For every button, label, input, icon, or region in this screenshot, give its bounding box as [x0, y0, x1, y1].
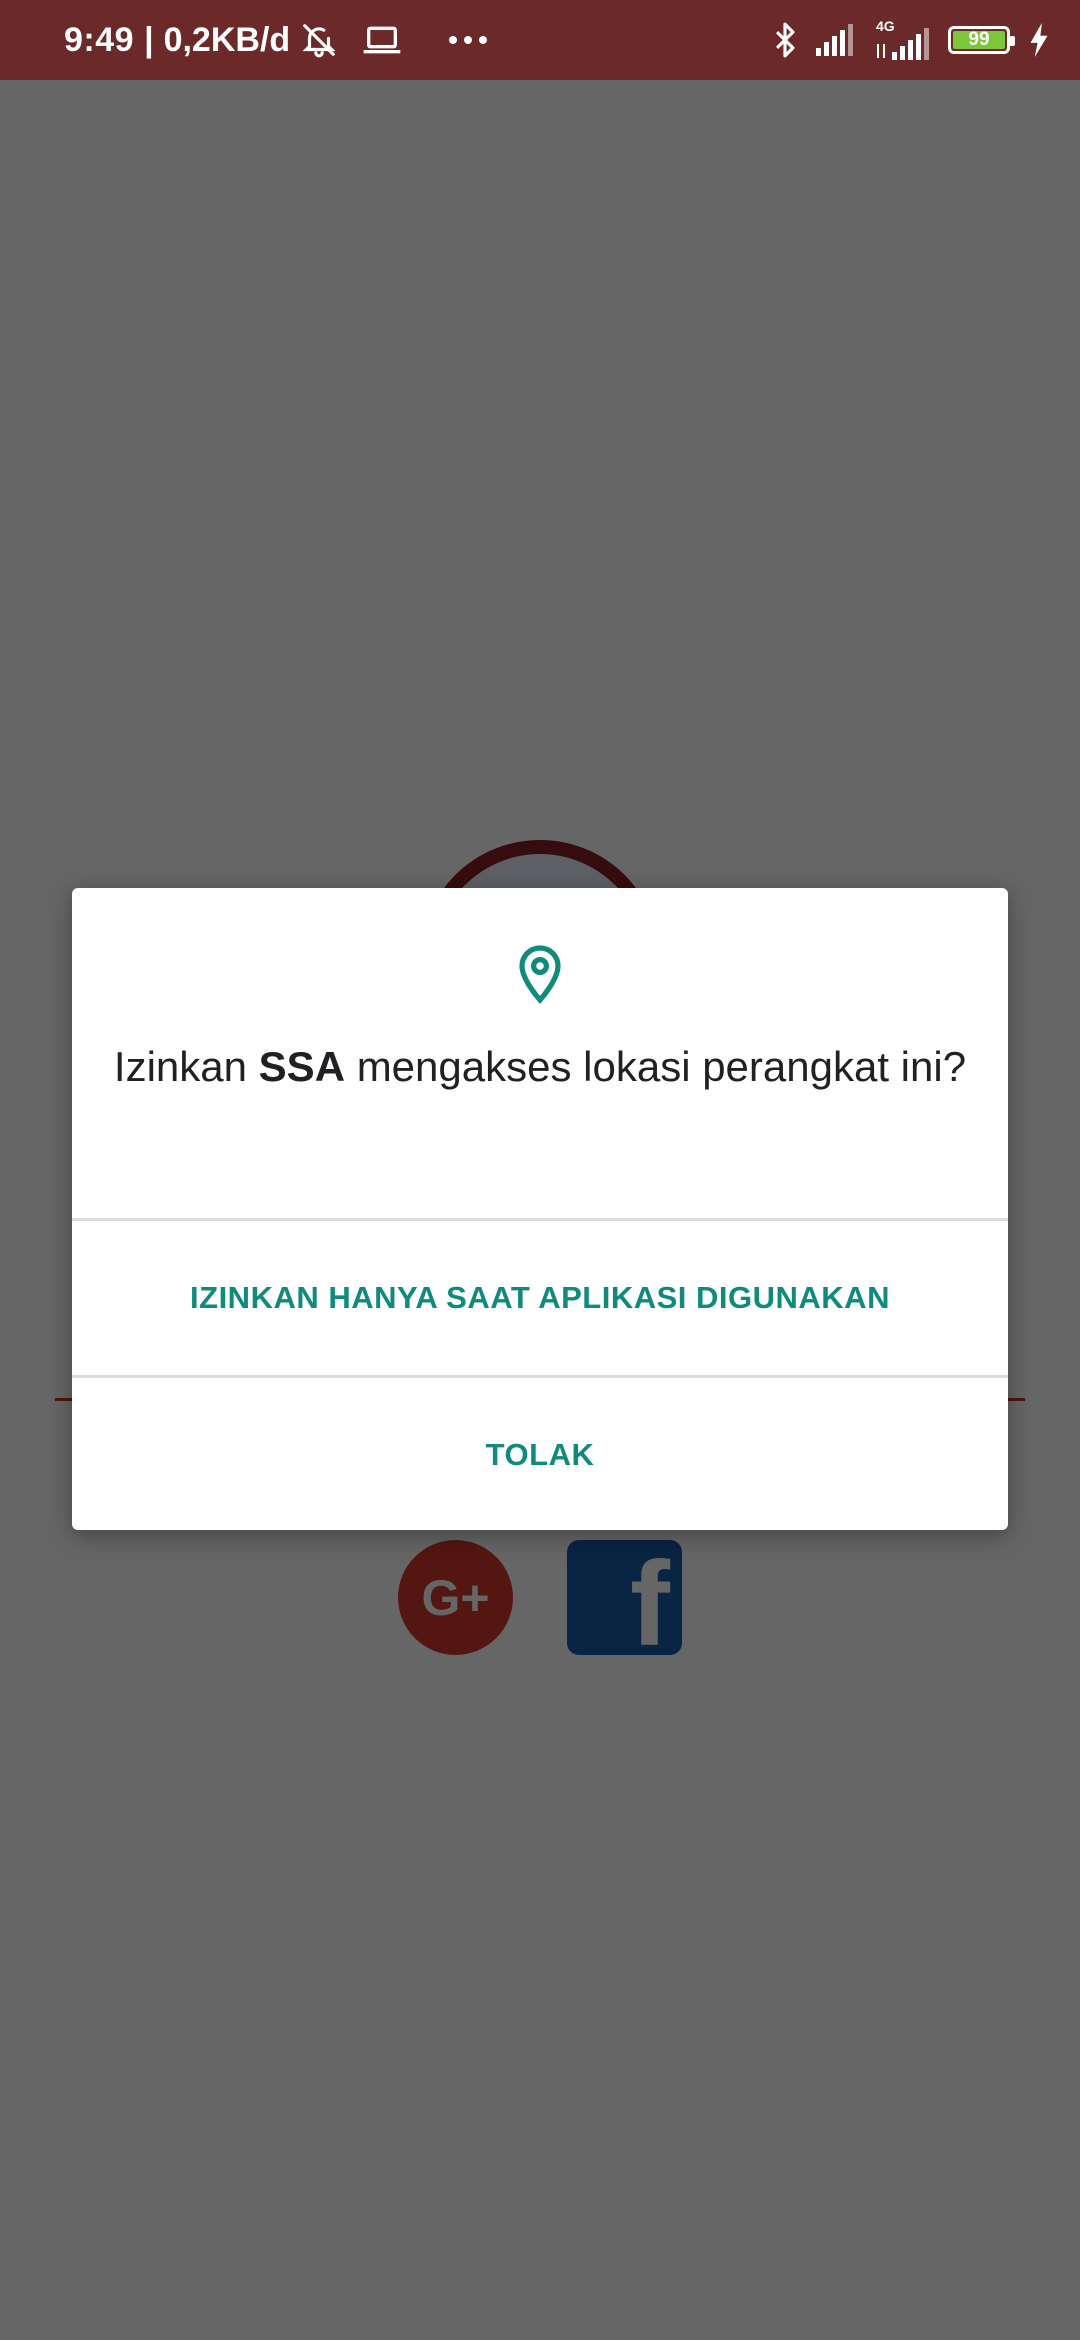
deny-button[interactable]: TOLAK: [72, 1378, 1008, 1530]
dialog-header: Izinkan SSA mengakses lokasi perangkat i…: [72, 888, 1008, 1218]
battery-level: 99: [968, 29, 990, 50]
signal-4g-icon: 4G: [874, 18, 930, 60]
signal-icon: [816, 24, 856, 56]
status-separator: |: [144, 20, 154, 59]
allow-while-using-button[interactable]: IZINKAN HANYA SAAT APLIKASI DIGUNAKAN: [72, 1221, 1008, 1375]
dialog-title: Izinkan SSA mengakses lokasi perangkat i…: [112, 1040, 968, 1094]
dialog-title-suffix: mengakses lokasi perangkat ini?: [345, 1043, 967, 1090]
battery-icon: 99: [948, 26, 1015, 54]
muted-bell-icon: [300, 21, 338, 59]
status-bar-left: 9:49 | 0,2KB/d: [64, 0, 488, 80]
location-permission-dialog: Izinkan SSA mengakses lokasi perangkat i…: [72, 888, 1008, 1530]
clock: 9:49: [64, 20, 135, 59]
laptop-icon: [362, 23, 402, 57]
location-pin-icon: [519, 945, 561, 1004]
more-dots-icon: [448, 35, 488, 45]
status-bar-right: 4G 99: [772, 0, 1050, 80]
dialog-title-app-name: SSA: [258, 1043, 346, 1090]
dialog-title-prefix: Izinkan: [113, 1043, 259, 1090]
charging-icon: [1028, 23, 1050, 57]
status-bar: 9:49 | 0,2KB/d 4G 99: [0, 0, 1080, 80]
network-type-label: 4G: [876, 18, 895, 34]
bluetooth-icon: [772, 21, 798, 59]
network-speed: 0,2KB/d: [163, 20, 291, 59]
